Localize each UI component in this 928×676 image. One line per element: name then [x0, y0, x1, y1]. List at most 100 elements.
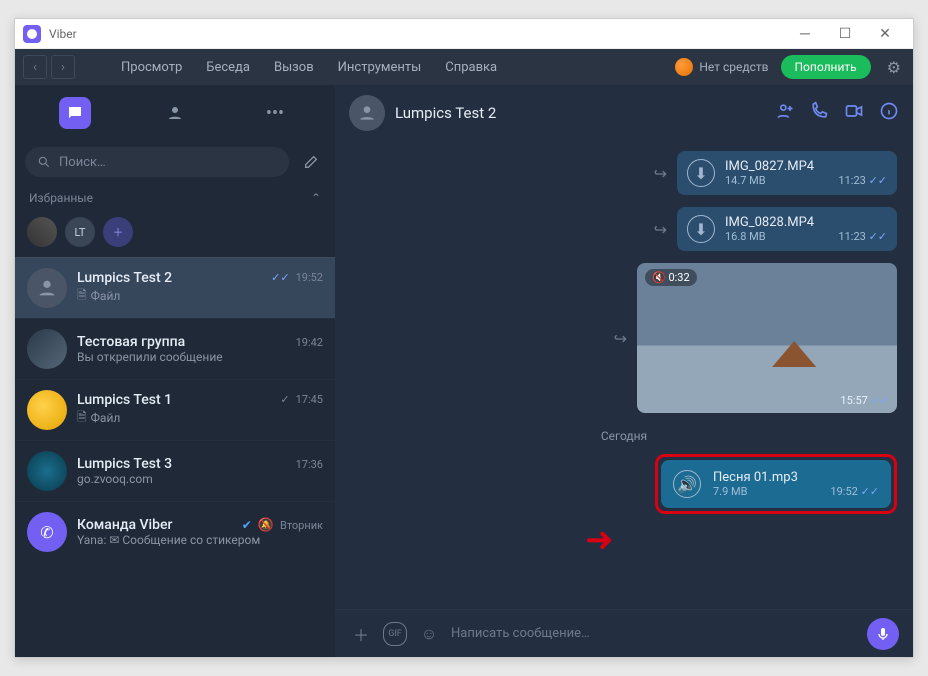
file-size: 14.7 MB: [725, 174, 828, 187]
file-name: IMG_0827.MP4: [725, 159, 828, 174]
file-size: 16.8 MB: [725, 230, 828, 243]
info-button[interactable]: [879, 101, 899, 126]
balance-indicator[interactable]: Нет средств: [675, 58, 768, 76]
mic-button[interactable]: [867, 618, 899, 650]
sidebar: ••• Поиск… Избранные ⌃ LT ＋: [15, 85, 335, 657]
chat-item[interactable]: ✆ Команда Viber✔🔕Вторник Yana: ✉ Сообщен…: [15, 501, 335, 562]
avatar: [27, 451, 67, 491]
video-message[interactable]: 🔇 0:32 15:57 ✓✓: [637, 263, 897, 413]
annotation-arrow: ➜: [585, 520, 614, 560]
search-icon: [37, 155, 51, 169]
chat-preview: Вы открепили сообщение: [77, 350, 223, 364]
minimize-button[interactable]: ─: [785, 20, 825, 48]
video-call-button[interactable]: [843, 101, 865, 126]
forward-button[interactable]: ↪: [654, 164, 667, 183]
favorite-item[interactable]: [27, 217, 57, 247]
chat-name: Lumpics Test 2: [77, 270, 265, 286]
download-icon[interactable]: ⬇: [687, 159, 715, 187]
file-message[interactable]: ⬇ IMG_0828.MP4 16.8 MB 11:23 ✓✓: [677, 207, 897, 251]
chat-preview: Файл: [91, 411, 121, 425]
gif-button[interactable]: GIF: [383, 622, 407, 646]
verified-icon: ✔: [242, 518, 252, 532]
close-button[interactable]: ✕: [865, 20, 905, 48]
forward-button[interactable]: ↪: [654, 220, 667, 239]
voice-call-button[interactable]: [809, 101, 829, 126]
chat-time: 17:45: [296, 393, 323, 406]
maximize-button[interactable]: ☐: [825, 20, 865, 48]
chat-name: Тестовая группа: [77, 334, 290, 350]
avatar: [27, 268, 67, 308]
forward-button[interactable]: ↪: [614, 329, 627, 348]
menu-call[interactable]: Вызов: [264, 56, 324, 79]
avatar[interactable]: [349, 95, 385, 131]
chat-preview: Файл: [91, 289, 121, 303]
menu-chat[interactable]: Беседа: [196, 56, 260, 79]
chat-item[interactable]: Lumpics Test 2✓✓19:52 🗎Файл: [15, 257, 335, 318]
audio-icon: 🔊: [673, 470, 701, 498]
tab-chats[interactable]: [59, 97, 91, 129]
phone-icon: [809, 101, 829, 121]
attach-button[interactable]: ＋: [349, 622, 373, 646]
topup-button[interactable]: Пополнить: [781, 55, 871, 79]
mic-icon: [875, 626, 891, 642]
chevron-up-icon: ⌃: [311, 191, 321, 205]
chat-time: 17:36: [296, 458, 323, 471]
file-icon: 🗎: [77, 408, 87, 429]
info-icon: [879, 101, 899, 121]
message-time: 19:52: [830, 485, 857, 498]
chat-actions: [775, 101, 899, 126]
sticker-button[interactable]: ☺: [417, 622, 441, 646]
compose-button[interactable]: [297, 148, 325, 176]
file-size: 7.9 MB: [713, 485, 818, 498]
video-icon: [843, 101, 865, 121]
chat-item[interactable]: Тестовая группа19:42 Вы открепили сообще…: [15, 318, 335, 379]
read-checks-icon: ✓✓: [869, 174, 887, 187]
audio-message[interactable]: 🔊 Песня 01.mp3 7.9 MB 19:52 ✓✓: [661, 460, 891, 508]
search-input[interactable]: Поиск…: [25, 147, 289, 177]
file-name: IMG_0828.MP4: [725, 215, 828, 230]
sidebar-tabs: •••: [15, 85, 335, 141]
search-row: Поиск…: [15, 141, 335, 183]
favorite-add-button[interactable]: ＋: [103, 217, 133, 247]
annotation-highlight: 🔊 Песня 01.mp3 7.9 MB 19:52 ✓✓: [655, 454, 897, 514]
favorites-label: Избранные: [29, 191, 93, 205]
add-user-icon: [775, 101, 795, 121]
message-row: ↪ ⬇ IMG_0828.MP4 16.8 MB 11:23 ✓✓: [351, 207, 897, 251]
add-member-button[interactable]: [775, 101, 795, 126]
nav-back-button[interactable]: ‹: [23, 55, 47, 79]
balance-label: Нет средств: [699, 60, 768, 74]
avatar: [27, 390, 67, 430]
contact-icon: [166, 104, 184, 122]
menubar: ‹ › Просмотр Беседа Вызов Инструменты Сп…: [15, 49, 913, 85]
file-name: Песня 01.mp3: [713, 470, 818, 485]
app-window: Viber ─ ☐ ✕ ‹ › Просмотр Беседа Вызов Ин…: [14, 18, 914, 658]
chat-name: Lumpics Test 3: [77, 456, 290, 472]
tab-contacts[interactable]: [159, 97, 191, 129]
chat-icon: [66, 104, 84, 122]
menu-help[interactable]: Справка: [435, 56, 507, 79]
tab-more[interactable]: •••: [259, 97, 291, 129]
read-checks-icon: ✓✓: [869, 230, 887, 243]
settings-button[interactable]: ⚙: [883, 54, 905, 81]
chat-item[interactable]: Lumpics Test 1✓17:45 🗎Файл: [15, 379, 335, 440]
message-row: ↪ 🔇 0:32 15:57 ✓✓: [351, 263, 897, 413]
message-input[interactable]: Написать сообщение…: [451, 626, 857, 641]
composer: ＋ GIF ☺ Написать сообщение…: [335, 609, 913, 657]
menu-tools[interactable]: Инструменты: [328, 56, 432, 79]
file-message[interactable]: ⬇ IMG_0827.MP4 14.7 MB 11:23 ✓✓: [677, 151, 897, 195]
nav-forward-button[interactable]: ›: [51, 55, 75, 79]
download-icon[interactable]: ⬇: [687, 215, 715, 243]
content: ••• Поиск… Избранные ⌃ LT ＋: [15, 85, 913, 657]
muted-icon: 🔕: [258, 518, 274, 533]
favorites-section[interactable]: Избранные ⌃: [15, 183, 335, 213]
chat-time: Вторник: [280, 519, 323, 532]
chat-item[interactable]: Lumpics Test 317:36 go.zvooq.com: [15, 440, 335, 501]
search-placeholder: Поиск…: [59, 155, 106, 170]
read-checks-icon: ✓✓: [871, 394, 889, 407]
date-divider: Сегодня: [351, 425, 897, 444]
file-icon: 🗎: [77, 286, 87, 307]
menu-view[interactable]: Просмотр: [111, 56, 192, 79]
chat-name: Lumpics Test 1: [77, 392, 274, 408]
favorite-item[interactable]: LT: [65, 217, 95, 247]
compose-icon: [303, 154, 319, 170]
